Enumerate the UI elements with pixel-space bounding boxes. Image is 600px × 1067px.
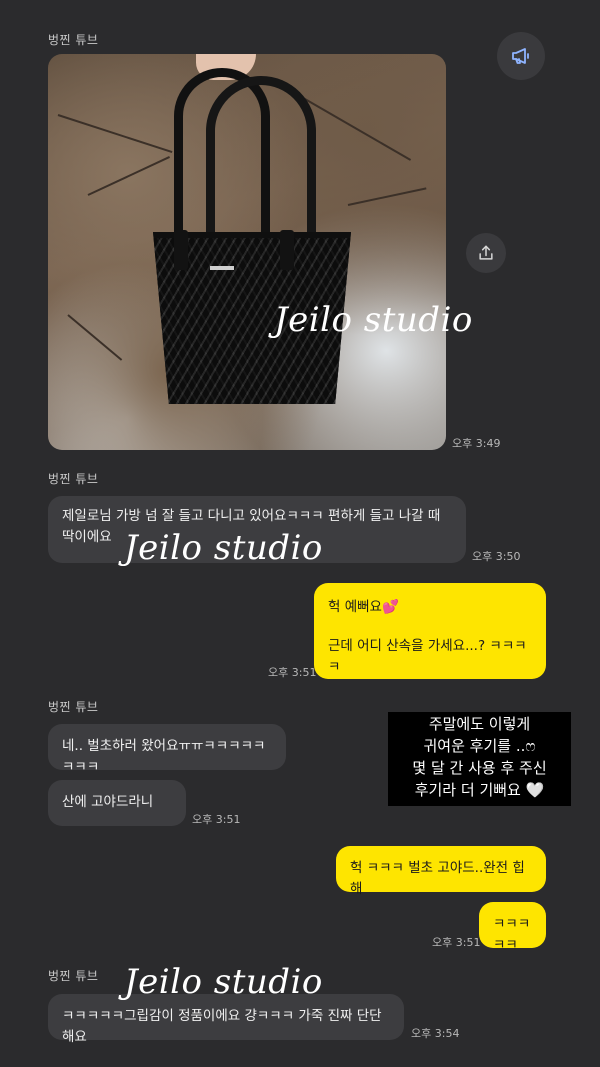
message-line: 헉 ㅋㅋㅋ 벌초 고야드..완전 힙해 xyxy=(350,860,525,897)
message-bubble-incoming[interactable]: 네.. 벌초하러 왔어요ㅠㅠㅋㅋㅋㅋㅋㅋㅋㅋ xyxy=(48,724,286,775)
sender-name: 벙찐 튜브 xyxy=(48,700,99,714)
caption-overlay: 주말에도 이렇게 귀여운 후기를 ..ෆ 몇 달 간 사용 후 주신 후기라 더… xyxy=(388,712,571,806)
sender-name: 벙찐 튜브 xyxy=(48,33,99,47)
photo-message[interactable] xyxy=(48,54,446,450)
message-line: 제일로님 가방 넘 잘 들고 다니고 있어요ㅋㅋㅋ 편하게 들고 나갈 때 xyxy=(62,508,441,524)
sender-name: 벙찐 튜브 xyxy=(48,969,99,983)
caption-line: 귀여운 후기를 ..ෆ xyxy=(423,737,536,755)
message-line: 네.. 벌초하러 왔어요ㅠㅠㅋㅋㅋㅋㅋㅋㅋㅋ xyxy=(62,738,266,775)
message-line: ㅋㅋㅋㅋㅋ xyxy=(493,916,531,953)
message-bubble-outgoing[interactable]: ㅋㅋㅋㅋㅋ xyxy=(479,902,546,953)
caption-line: 몇 달 간 사용 후 주신 xyxy=(412,759,547,777)
caption-line: 주말에도 이렇게 xyxy=(428,715,531,733)
megaphone-icon xyxy=(512,48,529,64)
watermark: Jeilo studio xyxy=(124,528,323,568)
message-line: ㅋㅋㅋㅋㅋ그립감이 정품이에요 걍ㅋㅋㅋ 가죽 진짜 단단해요 xyxy=(62,1008,382,1045)
message-time: 오후 3:49 xyxy=(452,437,501,450)
message-bubble-incoming[interactable]: 산에 고야드라니 xyxy=(48,780,186,826)
announce-button[interactable] xyxy=(497,32,545,80)
watermark: Jeilo studio xyxy=(274,300,473,340)
message-line: 헉 예뻐요💕 xyxy=(328,599,399,615)
message-time: 오후 3:51 xyxy=(432,936,481,949)
message-bubble-outgoing[interactable]: 헉 예뻐요💕 근데 어디 산속을 가세요...? ㅋㅋㅋㅋ xyxy=(314,583,546,679)
message-line: 산에 고야드라니 xyxy=(62,794,154,810)
message-bubble-outgoing[interactable]: 헉 ㅋㅋㅋ 벌초 고야드..완전 힙해 xyxy=(336,846,546,897)
message-time: 오후 3:51 xyxy=(268,666,317,679)
sender-name: 벙찐 튜브 xyxy=(48,472,99,486)
message-time: 오후 3:50 xyxy=(472,550,521,563)
message-time: 오후 3:51 xyxy=(192,813,241,826)
watermark: Jeilo studio xyxy=(124,962,323,1002)
share-button[interactable] xyxy=(466,233,506,273)
caption-line: 후기라 더 기뻐요 🤍 xyxy=(414,781,545,799)
message-time: 오후 3:54 xyxy=(411,1027,460,1040)
message-line: 근데 어디 산속을 가세요...? ㅋㅋㅋㅋ xyxy=(328,638,527,675)
share-icon xyxy=(479,245,493,260)
